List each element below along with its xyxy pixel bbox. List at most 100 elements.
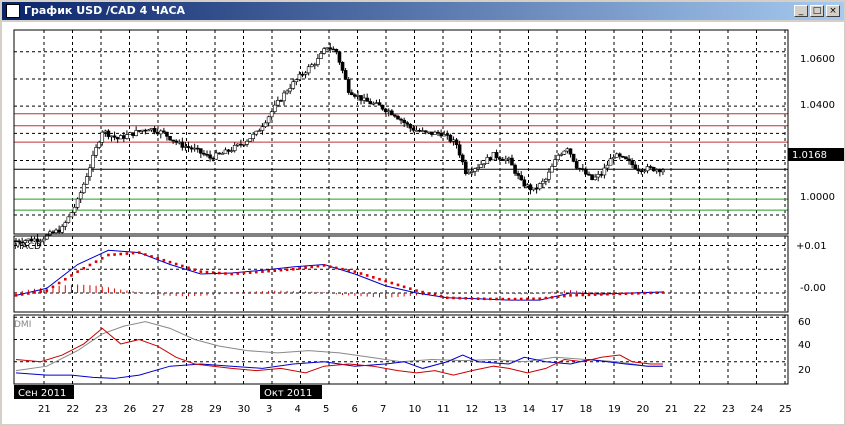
macd-signal-dot — [45, 289, 49, 292]
macd-signal-dot — [402, 285, 406, 289]
chart-area[interactable]: 1.0168 1.0600 1.0400 1.0000 MACD +0.01 -… — [2, 22, 844, 424]
candle-body — [470, 171, 474, 173]
price-tick: 1.0000 — [800, 192, 835, 203]
macd-signal-dot — [70, 274, 73, 277]
macd-signal-dot — [100, 257, 104, 260]
candle-body — [54, 229, 58, 234]
candle-body — [223, 149, 228, 154]
candle-body — [269, 111, 274, 118]
candle-body — [57, 229, 61, 233]
macd-signal-dot — [273, 269, 277, 272]
candle-body — [587, 173, 591, 176]
macd-signal-dot — [415, 289, 418, 292]
macd-signal-dot — [365, 274, 369, 277]
title-bar[interactable]: График USD /CAD 4 ЧАСА _ □ × — [2, 2, 844, 20]
macd-signal-dot — [248, 271, 252, 274]
macd-signal-dot — [298, 267, 301, 270]
candle-body — [229, 150, 234, 152]
candle-body — [115, 137, 120, 140]
macd-signal-dot — [575, 293, 578, 297]
candle-body — [445, 134, 450, 136]
candle-body — [316, 58, 320, 65]
candle-body — [482, 163, 487, 165]
macd-signal-dot — [532, 297, 535, 301]
candle-body — [590, 174, 594, 180]
candle-body — [386, 110, 391, 113]
candle-body — [491, 152, 496, 161]
macd-signal-dot — [162, 258, 166, 262]
time-axis-label: 26 — [124, 404, 137, 415]
candle-body — [433, 131, 437, 135]
macd-signal-dot — [544, 296, 548, 300]
candle-body — [208, 154, 212, 159]
time-axis-label: 24 — [751, 404, 764, 415]
candle-body — [149, 128, 154, 131]
candle-body — [254, 130, 259, 135]
candle-body — [473, 168, 477, 172]
maximize-button[interactable]: □ — [810, 5, 824, 17]
candle-body — [417, 130, 422, 132]
candle-body — [94, 147, 98, 156]
candle-body — [654, 169, 659, 172]
macd-signal-dot — [359, 272, 363, 275]
candle-body — [460, 154, 465, 163]
candle-body — [125, 134, 129, 139]
candle-body — [257, 130, 262, 132]
candle-body — [602, 167, 607, 176]
candle-body — [593, 176, 597, 180]
macd-signal-dot — [630, 292, 634, 295]
candle-body — [531, 187, 536, 191]
candle-body — [408, 123, 413, 129]
macd-signal-dot — [655, 291, 659, 295]
candle-body — [272, 104, 277, 112]
macd-signal-dot — [341, 267, 344, 271]
macd-signal-dot — [396, 283, 400, 287]
candle-body — [377, 102, 382, 106]
candle-body — [202, 152, 206, 155]
candle-body — [186, 146, 191, 149]
candle-body — [651, 166, 656, 172]
macd-signal-dot — [513, 297, 517, 301]
candle-body — [414, 130, 419, 132]
macd-signal-dot — [489, 297, 492, 301]
candle-body — [168, 136, 172, 141]
candle-body — [109, 135, 114, 138]
candle-body — [88, 167, 92, 177]
time-axis-label: 6 — [352, 404, 358, 415]
candle-body — [359, 95, 363, 101]
candle-body — [611, 157, 616, 160]
window-title: График USD /CAD 4 ЧАСА — [24, 4, 186, 17]
time-axis-label: 10 — [409, 404, 422, 415]
candle-body — [143, 129, 148, 132]
candle-body — [430, 131, 434, 135]
candle-body — [426, 131, 431, 134]
candle-body — [627, 158, 631, 162]
candle-body — [137, 130, 142, 132]
macd-signal-dot — [193, 268, 196, 272]
minimize-button[interactable]: _ — [794, 5, 808, 17]
candle-body — [642, 170, 647, 173]
time-axis-label: 18 — [580, 404, 593, 415]
macd-signal-dot — [224, 272, 227, 275]
candle-body — [340, 62, 345, 71]
candle-body — [525, 184, 530, 187]
macd-signal-dot — [335, 266, 338, 270]
macd-signal-dot — [131, 251, 135, 255]
candle-body — [325, 47, 329, 50]
candle-body — [362, 97, 366, 101]
candle-body — [279, 100, 283, 102]
macd-signal-dot — [433, 293, 437, 297]
candle-body — [328, 47, 333, 50]
macd-signal-dot — [27, 292, 30, 295]
time-axis-label: 22 — [67, 404, 80, 415]
macd-signal-dot — [427, 292, 431, 295]
macd-signal-dot — [181, 264, 184, 268]
candle-body — [488, 157, 493, 161]
macd-signal-dot — [372, 276, 375, 279]
macd-signal-dot — [57, 281, 61, 285]
candle-body — [624, 156, 628, 160]
candle-body — [617, 153, 622, 157]
time-axis-label: 12 — [466, 404, 479, 415]
candle-body — [118, 135, 123, 140]
close-button[interactable]: × — [826, 5, 840, 17]
